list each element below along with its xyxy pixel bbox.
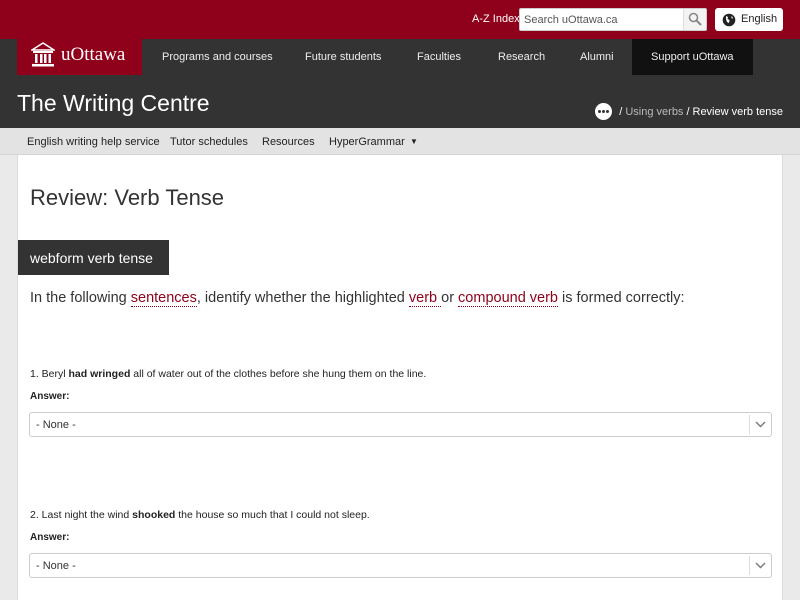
breadcrumb-more-icon[interactable] (595, 103, 613, 120)
glossary-link-compound-verb[interactable]: compound verb (458, 290, 558, 307)
answer-select-1[interactable]: - None - (29, 412, 772, 437)
highlighted-verb: shooked (132, 509, 176, 521)
language-label: English (741, 13, 778, 25)
subnav-tutor-schedules[interactable]: Tutor schedules (170, 136, 248, 148)
breadcrumb: / Using verbs / Review verb tense (595, 103, 783, 120)
az-index-link[interactable]: A-Z Index (472, 13, 520, 25)
search-button[interactable] (683, 9, 706, 30)
logo-text: uOttawa (61, 44, 126, 65)
page-title: Review: Verb Tense (30, 185, 225, 210)
webform-label: webform verb tense (18, 240, 169, 275)
nav-future-students[interactable]: Future students (305, 51, 381, 63)
site-title[interactable]: The Writing Centre (17, 90, 210, 117)
answer-label: Answer: (30, 532, 70, 543)
breadcrumb-current: Review verb tense (692, 105, 784, 118)
nav-alumni[interactable]: Alumni (580, 51, 614, 63)
main-nav: uOttawa Programs and courses Future stud… (0, 39, 800, 75)
search-icon (688, 12, 702, 26)
site-header: The Writing Centre / Using verbs / Revie… (0, 75, 800, 128)
nav-faculties[interactable]: Faculties (417, 51, 461, 63)
caret-down-icon[interactable]: ▼ (410, 137, 418, 146)
breadcrumb-using-verbs[interactable]: Using verbs (625, 106, 683, 118)
answer-label: Answer: (30, 391, 70, 402)
search-box (519, 8, 707, 31)
subnav-english-writing-help[interactable]: English writing help service (27, 136, 160, 148)
question-1: 1. Beryl had wringed all of water out of… (30, 368, 427, 380)
question-2: 2. Last night the wind shooked the house… (30, 509, 370, 521)
instructions: In the following sentences, identify whe… (30, 290, 685, 307)
top-utility-bar: A-Z Index English (0, 0, 800, 39)
language-button[interactable]: English (715, 8, 783, 31)
nav-support-uottawa[interactable]: Support uOttawa (632, 39, 753, 75)
globe-icon (722, 13, 736, 27)
select-value: - None - (36, 419, 76, 431)
main-content: Review: Verb Tense webform verb tense In… (17, 155, 783, 600)
search-input[interactable] (520, 9, 684, 30)
highlighted-verb: had wringed (68, 368, 131, 380)
uottawa-logo[interactable]: uOttawa (17, 39, 142, 75)
select-value: - None - (36, 560, 76, 572)
subnav-hypergrammar[interactable]: HyperGrammar (329, 136, 405, 148)
answer-select-2[interactable]: - None - (29, 553, 772, 578)
glossary-link-verb[interactable]: verb (408, 290, 442, 307)
chevron-down-icon (749, 415, 771, 434)
nav-programs-and-courses[interactable]: Programs and courses (162, 51, 273, 63)
subnav-resources[interactable]: Resources (262, 136, 315, 148)
sub-nav: English writing help service Tutor sched… (0, 128, 800, 155)
glossary-link-sentences[interactable]: sentences (130, 290, 197, 307)
chevron-down-icon (749, 556, 771, 575)
nav-research[interactable]: Research (498, 51, 545, 63)
building-icon (31, 42, 55, 67)
